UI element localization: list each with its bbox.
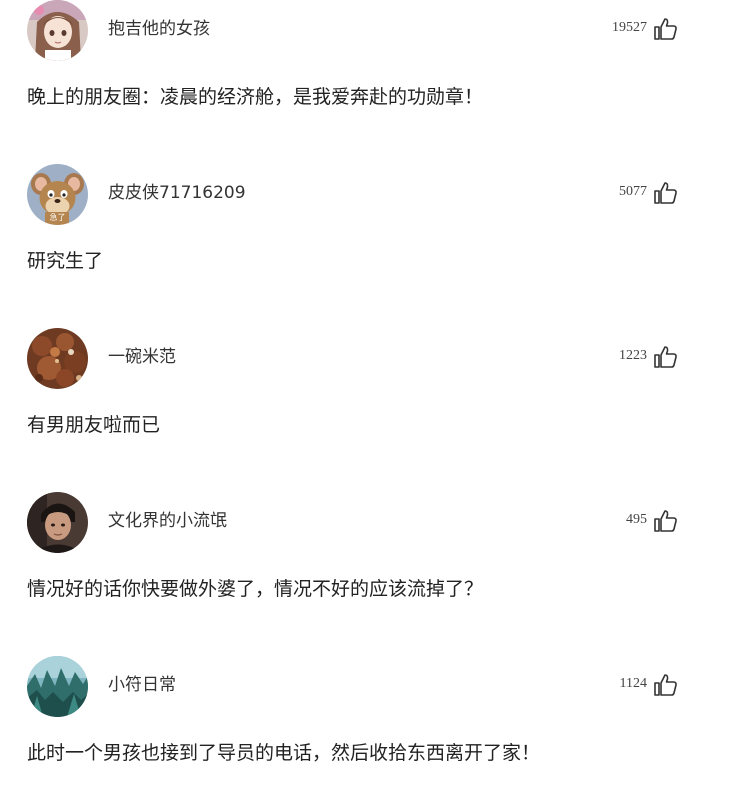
avatar[interactable]: 急了 [27,164,88,225]
comment-list: 抱吉他的女孩 19527 晚上的朋友圈：凌晨的经济舱，是我爱奔赴的功勋章！ 急了… [0,0,730,799]
comment-text: 研究生了 [27,250,104,272]
anime-girl-avatar-icon [27,0,88,61]
man-portrait-avatar-icon [27,492,88,553]
like-box: 495 [626,506,678,534]
thumbs-up-icon[interactable] [653,344,678,369]
avatar[interactable] [27,0,88,61]
like-count: 19527 [612,20,647,35]
like-box: 19527 [612,14,678,42]
like-box: 5077 [619,178,678,206]
username[interactable]: 抱吉他的女孩 [108,18,210,40]
like-count: 5077 [619,184,647,199]
like-count: 1223 [619,348,647,363]
comment-header: 小符日常 1124 [27,656,678,718]
like-box: 1223 [619,342,678,370]
thumbs-up-icon[interactable] [653,672,678,697]
like-count: 495 [626,512,647,527]
cartoon-mouse-avatar-icon: 急了 [27,164,88,225]
thumbs-up-icon[interactable] [653,508,678,533]
food-dish-avatar-icon [27,328,88,389]
username[interactable]: 一碗米范 [108,346,176,368]
comment-item: 文化界的小流氓 495 情况好的话你快要做外婆了，情况不好的应该流掉了？ [27,492,678,656]
thumbs-up-icon[interactable] [653,180,678,205]
comment-text: 有男朋友啦而已 [27,414,161,436]
like-box: 1124 [620,670,678,698]
comment-item: 抱吉他的女孩 19527 晚上的朋友圈：凌晨的经济舱，是我爱奔赴的功勋章！ [27,0,678,164]
avatar[interactable] [27,492,88,553]
comment-item: 急了 皮皮侠71716209 5077 研究生了 [27,164,678,328]
comment-header: 文化界的小流氓 495 [27,492,678,554]
comment-item: 小符日常 1124 此时一个男孩也接到了导员的电话，然后收拾东西离开了家！ [27,656,678,799]
like-count: 1124 [619,676,647,691]
avatar[interactable] [27,656,88,717]
username[interactable]: 文化界的小流氓 [108,510,227,532]
avatar[interactable] [27,328,88,389]
comment-header: 一碗米范 1223 [27,328,678,390]
comment-item: 一碗米范 1223 有男朋友啦而已 [27,328,678,492]
comment-text: 晚上的朋友圈：凌晨的经济舱，是我爱奔赴的功勋章！ [27,86,484,108]
avatar-caption: 急了 [50,212,66,222]
username[interactable]: 皮皮侠71716209 [108,182,246,204]
comment-header: 急了 皮皮侠71716209 5077 [27,164,678,226]
comment-text: 情况好的话你快要做外婆了，情况不好的应该流掉了？ [27,578,484,600]
username[interactable]: 小符日常 [108,674,176,696]
comment-header: 抱吉他的女孩 19527 [27,0,678,62]
forest-scenery-avatar-icon [27,656,88,717]
thumbs-up-icon[interactable] [653,16,678,41]
comment-text: 此时一个男孩也接到了导员的电话，然后收拾东西离开了家！ [27,742,541,764]
